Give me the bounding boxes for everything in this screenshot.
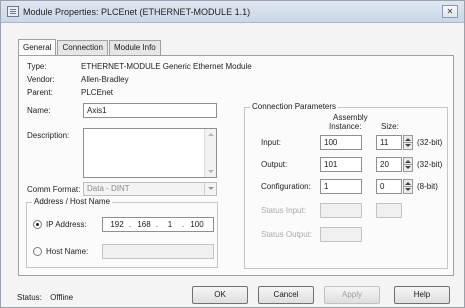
host-name-radio[interactable] [33,247,42,256]
tab-strip: General Connection Module Info [18,39,162,56]
window-title: Module Properties: PLCEnet (ETHERNET-MOD… [23,7,251,17]
description-label: Description: [27,131,70,140]
title-bar: Module Properties: PLCEnet (ETHERNET-MOD… [1,1,464,23]
type-label: Type: [27,62,47,71]
spin-divider [404,142,412,143]
comm-format-label: Comm Format: [27,185,81,194]
status-output-label: Status Output: [261,230,313,239]
tab-general[interactable]: General [18,39,57,56]
parent-value: PLCEnet [81,88,114,97]
ip-address-field[interactable]: 192 . 168 . 1 . 100 [102,217,214,232]
tab-connection[interactable]: Connection [57,40,108,55]
comm-format-select[interactable]: Data - DINT [83,182,217,196]
ip-octet-3[interactable]: 1 [160,218,180,231]
name-label: Name: [27,106,51,115]
module-properties-dialog: Module Properties: PLCEnet (ETHERNET-MOD… [0,0,465,308]
chevron-down-icon[interactable] [204,183,216,195]
status-label: Status: [17,293,42,302]
close-button[interactable]: ✕ [442,5,458,18]
status-input-size-field[interactable] [376,203,402,218]
configuration-size-spinner[interactable] [403,179,413,194]
name-input[interactable]: Axis1 [83,103,217,118]
spin-up-icon[interactable] [405,182,411,185]
input-size-unit: (32-bit) [417,138,443,147]
output-size-unit: (32-bit) [417,160,443,169]
ip-dot: . [128,220,132,229]
ip-dot: . [155,220,159,229]
address-group-title: Address / Host Name [32,197,113,206]
input-instance-field[interactable]: 100 [320,135,362,150]
ip-octet-1[interactable]: 192 [107,218,127,231]
output-size-field[interactable]: 20 [376,157,402,172]
status-input-label: Status Input: [261,206,306,215]
description-textarea[interactable] [83,128,217,178]
general-tab-panel: Type: ETHERNET-MODULE Generic Ethernet M… [18,55,454,276]
window-icon [7,6,19,17]
spin-up-icon[interactable] [405,138,411,141]
spin-divider [404,164,412,165]
help-button[interactable]: Help [394,286,450,304]
parent-label: Parent: [27,88,53,97]
spin-divider [404,186,412,187]
ok-button[interactable]: OK [192,286,248,304]
cancel-button[interactable]: Cancel [258,286,314,304]
ip-dot: . [181,220,185,229]
instance-header: Instance: [329,122,362,131]
status-value: Offline [50,293,74,302]
ip-octet-4[interactable]: 100 [187,218,207,231]
status-input-instance-field[interactable] [320,203,362,218]
scroll-down-icon[interactable] [208,170,214,173]
ip-address-radio[interactable] [33,220,42,229]
vendor-label: Vendor: [27,75,55,84]
scroll-up-icon[interactable] [208,133,214,136]
configuration-label: Configuration: [261,182,311,191]
configuration-size-unit: (8-bit) [417,182,438,191]
tab-module-info[interactable]: Module Info [108,40,161,55]
spin-up-icon[interactable] [405,160,411,163]
vendor-value: Allen-Bradley [81,75,129,84]
input-size-spinner[interactable] [403,135,413,150]
output-instance-field[interactable]: 101 [320,157,362,172]
assembly-header: Assembly [333,113,368,122]
input-label: Input: [261,138,282,147]
status-bar: Status: Offline [17,293,73,302]
configuration-size-field[interactable]: 0 [376,179,402,194]
output-size-spinner[interactable] [403,157,413,172]
output-label: Output: [261,160,288,169]
ip-octet-2[interactable]: 168 [134,218,154,231]
connection-group-title: Connection Parameters [250,102,339,111]
description-scrollbar[interactable] [204,129,216,177]
host-name-input[interactable] [102,244,214,259]
spin-down-icon[interactable] [405,166,411,169]
host-name-label: Host Name: [46,247,89,256]
configuration-instance-field[interactable]: 1 [320,179,362,194]
size-header: Size: [381,122,399,131]
comm-format-value: Data - DINT [87,184,130,193]
input-size-field[interactable]: 11 [376,135,402,150]
ip-address-label: IP Address: [46,220,87,229]
status-output-instance-field[interactable] [320,227,362,242]
spin-down-icon[interactable] [405,144,411,147]
address-host-group: Address / Host Name IP Address: 192 . 16… [26,197,218,268]
type-value: ETHERNET-MODULE Generic Ethernet Module [81,62,252,71]
apply-button[interactable]: Apply [324,286,380,304]
connection-parameters-group: Connection Parameters Assembly Instance:… [244,102,448,269]
spin-down-icon[interactable] [405,188,411,191]
